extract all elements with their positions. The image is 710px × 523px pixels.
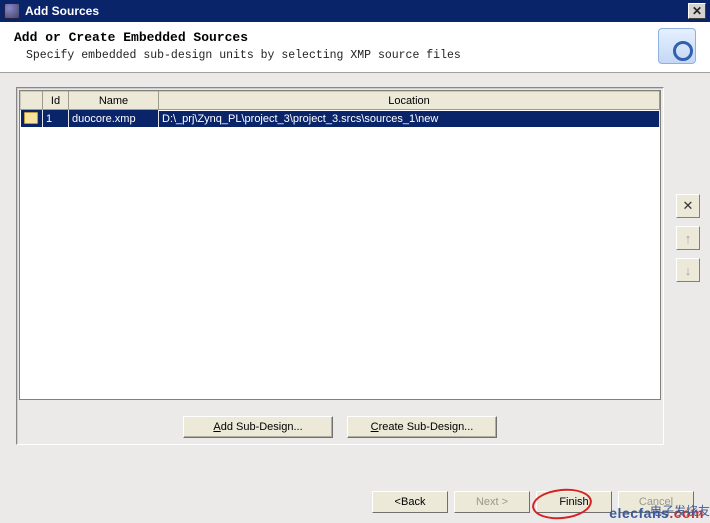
finish-button[interactable]: Finish xyxy=(536,491,612,513)
cancel-label: Cancel xyxy=(639,496,673,508)
arrow-down-icon: ↓ xyxy=(685,263,692,278)
next-rest: ext > xyxy=(484,496,508,508)
sources-table-wrap: Id Name Location 1 duocore.xmp xyxy=(19,90,661,400)
titlebar: Add Sources ✕ xyxy=(0,0,710,22)
content-area: Id Name Location 1 duocore.xmp xyxy=(0,73,710,445)
move-down-button[interactable]: ↓ xyxy=(676,258,700,282)
x-icon: ✕ xyxy=(683,198,694,214)
remove-row-button[interactable]: ✕ xyxy=(676,194,700,218)
back-rest: ack xyxy=(408,496,425,508)
panel-buttons: Add Sub-Design... Create Sub-Design... xyxy=(17,416,663,438)
add-mnemonic: A xyxy=(213,421,220,433)
location-input[interactable] xyxy=(159,111,659,127)
table-header-row: Id Name Location xyxy=(21,92,660,110)
app-icon xyxy=(4,3,20,19)
page-description: Specify embedded sub-design units by sel… xyxy=(14,49,646,62)
sources-table: Id Name Location 1 duocore.xmp xyxy=(20,91,660,127)
next-button[interactable]: Next > xyxy=(454,491,530,513)
back-button[interactable]: < Back xyxy=(372,491,448,513)
row-location-cell xyxy=(159,110,660,128)
col-id[interactable]: Id xyxy=(43,92,69,110)
col-icon[interactable] xyxy=(21,92,43,110)
arrow-up-icon: ↑ xyxy=(685,231,692,246)
page-title: Add or Create Embedded Sources xyxy=(14,30,646,45)
cancel-button[interactable]: Cancel xyxy=(618,491,694,513)
create-sub-design-button[interactable]: Create Sub-Design... xyxy=(347,416,497,438)
folder-icon xyxy=(24,112,38,124)
finish-mnemonic: F xyxy=(559,496,566,508)
row-name: duocore.xmp xyxy=(69,110,159,128)
add-sub-design-button[interactable]: Add Sub-Design... xyxy=(183,416,333,438)
header-text: Add or Create Embedded Sources Specify e… xyxy=(14,30,646,62)
sources-magnify-icon xyxy=(658,28,696,64)
row-icon-cell xyxy=(21,110,43,128)
close-icon: ✕ xyxy=(692,4,702,18)
add-label: dd Sub-Design... xyxy=(221,421,303,433)
sources-panel: Id Name Location 1 duocore.xmp xyxy=(16,87,664,445)
finish-rest: inish xyxy=(566,496,589,508)
wizard-header: Add or Create Embedded Sources Specify e… xyxy=(0,22,710,73)
wizard-nav: < Back Next > Finish Cancel xyxy=(372,491,694,513)
col-location[interactable]: Location xyxy=(159,92,660,110)
side-buttons: ✕ ↑ ↓ xyxy=(676,194,700,282)
col-name[interactable]: Name xyxy=(69,92,159,110)
move-up-button[interactable]: ↑ xyxy=(676,226,700,250)
row-id: 1 xyxy=(43,110,69,128)
table-row[interactable]: 1 duocore.xmp xyxy=(21,110,660,128)
window-title: Add Sources xyxy=(25,4,688,18)
create-mnemonic: C xyxy=(371,421,379,433)
back-mnemonic: B xyxy=(401,496,408,508)
close-button[interactable]: ✕ xyxy=(688,3,706,19)
create-label: reate Sub-Design... xyxy=(379,421,474,433)
next-mnemonic: N xyxy=(476,496,484,508)
